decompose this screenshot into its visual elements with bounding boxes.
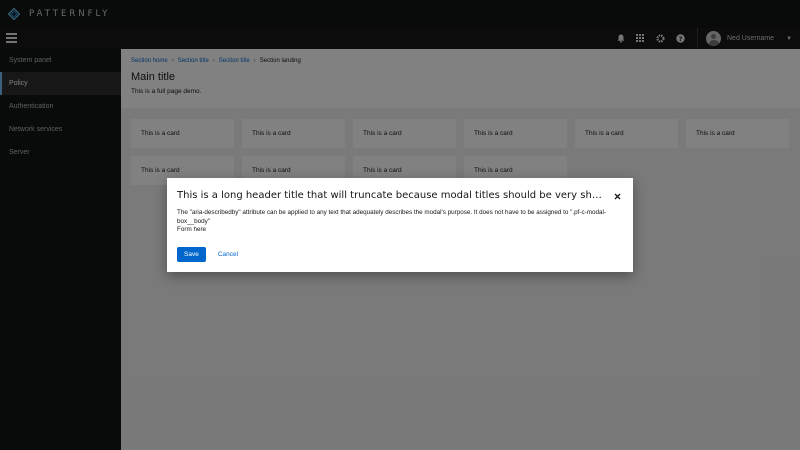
modal-body: The "aria-describedby" attribute can be … [177, 209, 617, 235]
modal-body-text: The "aria-describedby" attribute can be … [177, 209, 607, 225]
close-icon[interactable] [610, 189, 624, 203]
modal-form-placeholder: Form here [177, 226, 207, 233]
modal-dialog: This is a long header title that will tr… [167, 178, 633, 272]
save-button[interactable]: Save [177, 247, 206, 262]
cancel-button[interactable]: Cancel [214, 251, 242, 258]
modal-title: This is a long header title that will tr… [177, 190, 607, 201]
modal-footer: Save Cancel [177, 247, 242, 262]
